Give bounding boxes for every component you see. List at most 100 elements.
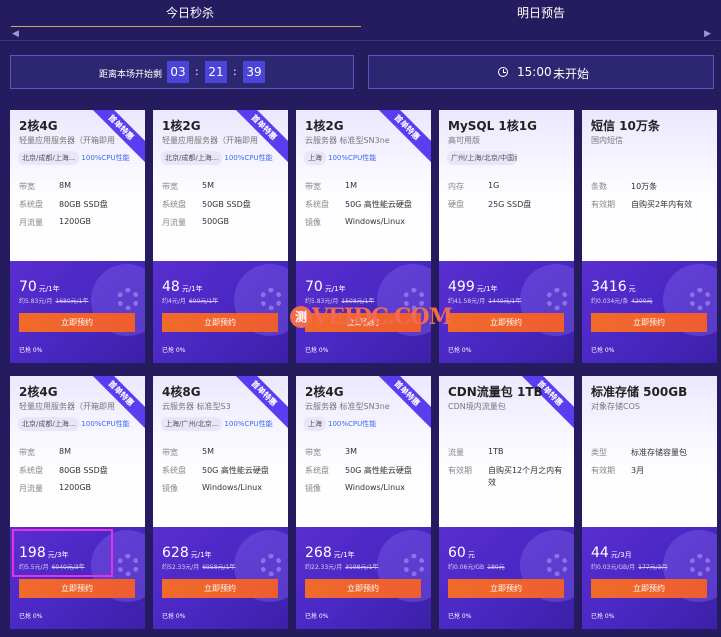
product-title: 1核2G bbox=[162, 119, 201, 133]
reserve-button[interactable]: 立即预约 bbox=[162, 313, 278, 332]
spec-key: 带宽 bbox=[162, 448, 178, 457]
spec-key: 有效期 bbox=[591, 200, 615, 209]
gear-icon bbox=[689, 288, 711, 310]
region-tag[interactable]: 上海 bbox=[304, 417, 326, 431]
product-subtitle: 对象存储COS bbox=[591, 402, 640, 411]
product-card[interactable]: 首单特惠 2核4G 轻量应用服务器（开箱即用 北京/成都/上海... 100%CPU性能… bbox=[10, 110, 145, 363]
countdown-hours: 03 bbox=[167, 61, 189, 83]
price-line: 3416 元 bbox=[591, 276, 636, 295]
cpu-performance-tag: 100%CPU性能 bbox=[224, 420, 273, 428]
product-tags: 上海/广州/北京... 100%CPU性能 bbox=[161, 417, 275, 431]
spec-value: 500GB bbox=[202, 217, 229, 226]
gear-icon bbox=[117, 554, 139, 576]
tab-scrollbar[interactable] bbox=[0, 28, 721, 41]
active-tab-underline bbox=[11, 26, 361, 27]
price-per-unit: 约5.83元/月 bbox=[19, 298, 53, 305]
reserve-button[interactable]: 立即预约 bbox=[162, 579, 278, 598]
reserve-button[interactable]: 立即预约 bbox=[19, 313, 135, 332]
spec-value: 80GB SSD盘 bbox=[59, 200, 108, 209]
spec-key: 月流量 bbox=[162, 218, 186, 227]
gear-icon bbox=[117, 288, 139, 310]
spec-value: 25G SSD盘 bbox=[488, 200, 532, 209]
reserve-button[interactable]: 立即预约 bbox=[305, 579, 421, 598]
product-card[interactable]: 标准存储 500GB 对象存储COS 类型 标准存储容量包 有效期 3月 44 元/3月 约0.… bbox=[582, 376, 717, 629]
product-card[interactable]: MySQL 1核1G 高可用版广州/上海/北京/中国香港/重庆/... 内存 1G 硬盘… bbox=[439, 110, 574, 363]
gear-icon bbox=[546, 288, 568, 310]
product-card[interactable]: 短信 10万条 国内短信 条数 10万条 有效期 自购买2年内有效 3416 元约0.034元… bbox=[582, 110, 717, 363]
sold-percentage: 已抢 0% bbox=[305, 613, 329, 620]
price-unit: 元 bbox=[628, 285, 636, 293]
spec-key: 硬盘 bbox=[448, 200, 464, 209]
spec-key: 系统盘 bbox=[19, 200, 43, 209]
region-tag[interactable]: 北京/成都/上海... bbox=[18, 151, 80, 165]
spec-value: 10万条 bbox=[631, 182, 658, 191]
product-card[interactable]: 首单特惠 4核8G 云服务器 标准型S3 上海/广州/北京... 100%CPU性能 带宽… bbox=[153, 376, 288, 629]
price-detail: 约41.58元/月 1440元/1年 bbox=[448, 296, 521, 305]
price-detail: 约0.03元/GB/月 177元/3月 bbox=[591, 562, 667, 571]
price-per-unit: 约0.034元/条 bbox=[591, 298, 629, 305]
original-price: 180元 bbox=[487, 564, 505, 571]
gear-icon bbox=[260, 554, 282, 576]
spec-key: 带宽 bbox=[162, 182, 178, 191]
spec-value: 自购买2年内有效 bbox=[631, 200, 693, 209]
price-detail: 约0.034元/条 4200元 bbox=[591, 296, 652, 305]
price-unit: 元/1年 bbox=[324, 285, 346, 293]
watermark-text: VEIDC.COM bbox=[312, 304, 453, 330]
sold-percentage: 已抢 0% bbox=[19, 613, 43, 620]
spec-key: 带宽 bbox=[19, 182, 35, 191]
region-tag[interactable]: 广州/上海/北京/中国香港/重庆/... bbox=[447, 151, 517, 165]
product-card[interactable]: 首单特惠 1核2G 轻量应用服务器（开箱即用 北京/成都/上海... 100%CPU性能… bbox=[153, 110, 288, 363]
price-amount: 3416 bbox=[591, 279, 627, 295]
price-amount: 628 bbox=[162, 545, 189, 561]
spec-key: 系统盘 bbox=[305, 200, 329, 209]
countdown-seconds: 39 bbox=[243, 61, 265, 83]
spec-key: 带宽 bbox=[305, 448, 321, 457]
spec-value: Windows/Linux bbox=[202, 483, 262, 492]
product-subtitle: 云服务器 标准型SN3ne bbox=[305, 402, 390, 411]
reserve-button[interactable]: 立即预约 bbox=[591, 313, 707, 332]
region-tag[interactable]: 北京/成都/上海... bbox=[161, 151, 223, 165]
product-title: CDN流量包 1TB bbox=[448, 385, 543, 399]
spec-value: 1TB bbox=[488, 447, 504, 456]
price-amount: 60 bbox=[448, 545, 466, 561]
price-line: 70 元/1年 bbox=[19, 276, 60, 295]
reserve-button[interactable]: 立即预约 bbox=[448, 313, 564, 332]
product-card[interactable]: 首单特惠 2核4G 云服务器 标准型SN3ne 上海 100%CPU性能 带宽 3M 系统盘 5… bbox=[296, 376, 431, 629]
spec-value: 1200GB bbox=[59, 483, 92, 492]
spec-value: 5M bbox=[202, 181, 214, 190]
product-tags: 北京/成都/上海... 100%CPU性能 bbox=[18, 417, 132, 431]
product-subtitle: 轻量应用服务器（开箱即用 bbox=[19, 402, 115, 411]
session-panel[interactable]: 15:00 未开始 bbox=[368, 55, 714, 89]
tab-tomorrow-preview[interactable]: 明日预告 bbox=[517, 4, 565, 21]
chevron-right-icon[interactable]: ▶ bbox=[704, 29, 711, 39]
tab-today-flash-sale[interactable]: 今日秒杀 bbox=[166, 4, 214, 21]
product-tags: 上海 100%CPU性能 bbox=[304, 151, 378, 165]
reserve-button[interactable]: 立即预约 bbox=[19, 579, 135, 598]
reserve-button[interactable]: 立即预约 bbox=[448, 579, 564, 598]
price-unit: 元/1年 bbox=[38, 285, 60, 293]
spec-value: 1G bbox=[488, 181, 500, 190]
spec-key: 系统盘 bbox=[162, 466, 186, 475]
original-price: 177元/3月 bbox=[638, 564, 668, 571]
product-subtitle: 云服务器 标准型SN3ne bbox=[305, 136, 390, 145]
watermark-logo: 测 VEIDC.COM bbox=[290, 304, 453, 330]
price-detail: 约4元/月 600元/1年 bbox=[162, 296, 218, 305]
session-time: 15:00 bbox=[517, 65, 552, 79]
chevron-left-icon[interactable]: ◀ bbox=[12, 29, 19, 39]
clock-icon bbox=[498, 67, 508, 77]
countdown-separator: : bbox=[233, 65, 237, 78]
reserve-button[interactable]: 立即预约 bbox=[591, 579, 707, 598]
spec-key: 类型 bbox=[591, 448, 607, 457]
product-card[interactable]: 首单特惠 CDN流量包 1TB CDN境内流量包 流量 1TB 有效期 自购买12个月之内有… bbox=[439, 376, 574, 629]
spec-value: 3月 bbox=[631, 466, 645, 475]
region-tag[interactable]: 上海/广州/北京... bbox=[161, 417, 223, 431]
spec-value: 50G 高性能云硬盘 bbox=[345, 466, 412, 475]
countdown-label: 距离本场开始剩 bbox=[99, 70, 163, 80]
sold-percentage: 已抢 0% bbox=[162, 613, 186, 620]
region-tag[interactable]: 北京/成都/上海... bbox=[18, 417, 80, 431]
product-title: 2核4G bbox=[19, 385, 58, 399]
region-tag[interactable]: 上海 bbox=[304, 151, 326, 165]
product-card[interactable]: 首单特惠 2核4G 轻量应用服务器（开箱即用 北京/成都/上海... 100%CPU性能… bbox=[10, 376, 145, 629]
product-subtitle: 轻量应用服务器（开箱即用 bbox=[162, 136, 258, 145]
price-detail: 约22.33元/月 3198元/1年 bbox=[305, 562, 378, 571]
